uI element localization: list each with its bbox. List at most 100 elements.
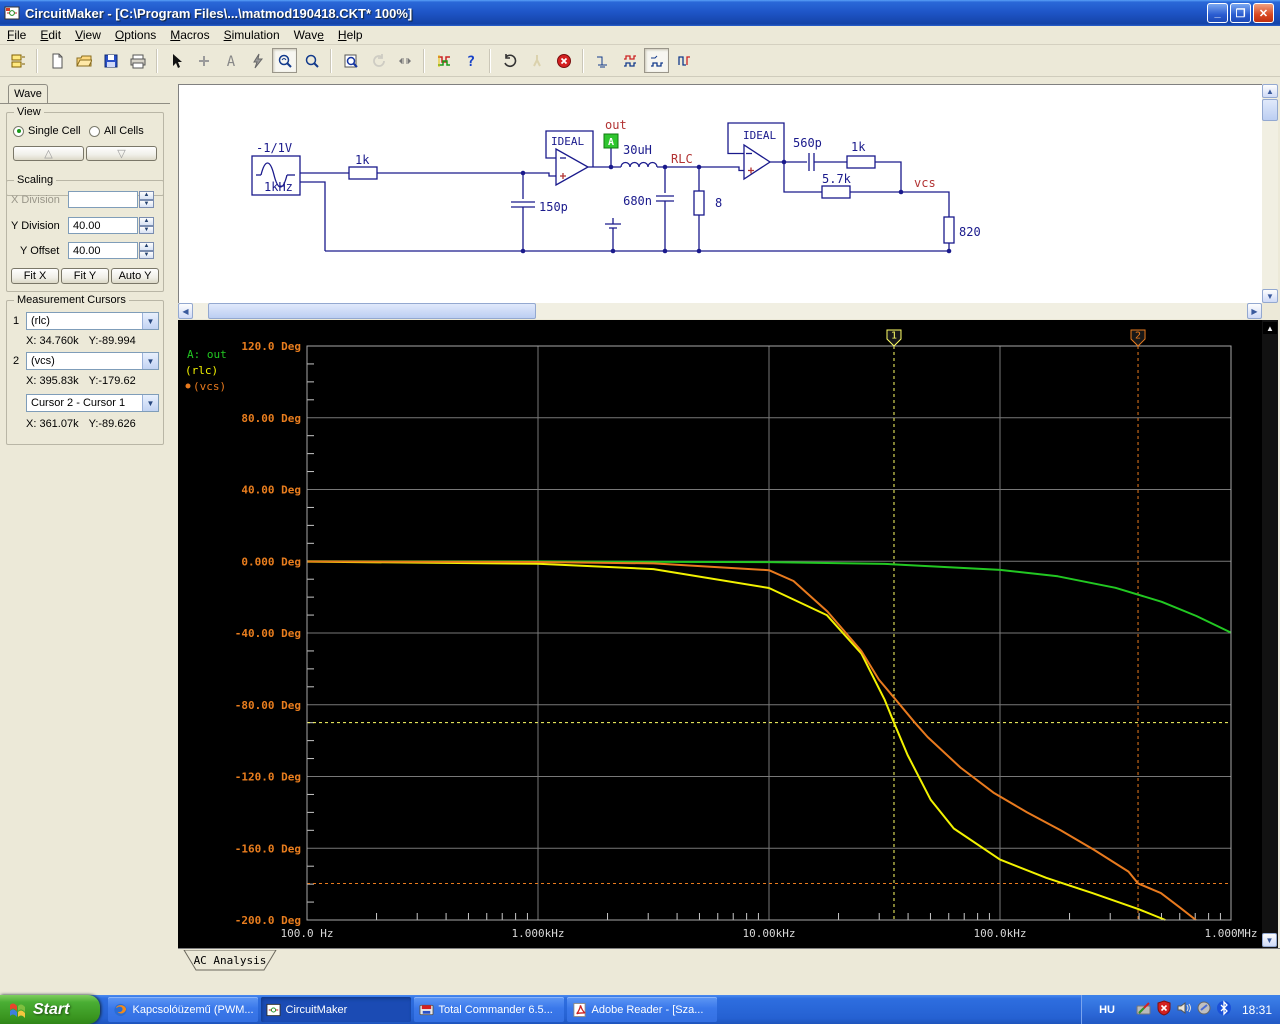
task-firefox[interactable]: Kapcsolóüzemű (PWM... <box>107 997 258 1022</box>
radio-single-cell[interactable]: Single Cell <box>13 125 81 137</box>
save-button[interactable] <box>98 48 123 73</box>
scroll-left-icon[interactable]: ◀ <box>178 303 193 319</box>
text-tool-button[interactable]: A <box>218 48 243 73</box>
scroll-down-icon[interactable]: ▼ <box>1262 933 1277 947</box>
new-file-button[interactable] <box>44 48 69 73</box>
menu-view[interactable]: View <box>68 26 108 44</box>
schematic-canvas[interactable]: A -1/1V 1kHz 1k 150p IDEAL 30uH 680n 8 I… <box>178 84 1262 303</box>
scope-step-button[interactable] <box>590 48 615 73</box>
cell-down-button[interactable]: ▽ <box>86 146 157 161</box>
language-indicator[interactable]: HU <box>1090 1001 1124 1019</box>
hscroll-thumb[interactable] <box>208 303 536 319</box>
scroll-right-icon[interactable]: ▶ <box>1247 303 1262 319</box>
restore-button[interactable]: ❐ <box>1230 3 1251 23</box>
task-adobe[interactable]: Adobe Reader - [Sza... <box>566 997 717 1022</box>
probe-tool-button[interactable] <box>272 48 297 73</box>
browse-parts-button[interactable] <box>5 48 30 73</box>
menu-file[interactable]: File <box>0 26 33 44</box>
trace-options-button[interactable] <box>431 48 456 73</box>
inductor-l1[interactable] <box>620 161 658 168</box>
y-offset-spinner[interactable]: ▲ ▼ <box>139 242 154 259</box>
radio-all-cells[interactable]: All Cells <box>89 125 144 137</box>
capacitor-c3[interactable] <box>808 153 815 171</box>
capacitor-c2[interactable] <box>656 195 674 202</box>
scope-split-button[interactable] <box>671 48 696 73</box>
zoom-tool-button[interactable] <box>299 48 324 73</box>
opamp-2[interactable] <box>743 143 772 181</box>
waveform-plot[interactable]: 1 2 120.0 Deg 80.00 Deg 40.00 Deg 0.000 Deg -4… <box>178 320 1262 948</box>
reset-simulation-button[interactable] <box>497 48 522 73</box>
bluetooth-icon[interactable] <box>1216 1000 1232 1019</box>
menu-macros[interactable]: Macros <box>163 26 216 44</box>
close-button[interactable]: ✕ <box>1253 3 1274 23</box>
scroll-down-icon[interactable]: ▼ <box>1262 289 1278 303</box>
capacitor-c1[interactable] <box>511 201 535 208</box>
help-button[interactable]: ? <box>458 48 483 73</box>
fit-x-button[interactable]: Fit X <box>11 268 59 284</box>
scope-probe-button[interactable] <box>644 48 669 73</box>
cursor-2-flag[interactable]: 2 <box>1130 329 1146 347</box>
chevron-down-icon[interactable]: ▼ <box>142 313 158 329</box>
rotate-button[interactable] <box>365 48 390 73</box>
open-file-button[interactable] <box>71 48 96 73</box>
probe-a[interactable]: A <box>603 133 619 149</box>
wire[interactable] <box>875 161 902 192</box>
clock[interactable]: 18:31 <box>1242 1003 1272 1017</box>
cursor-diff-combobox[interactable]: Cursor 2 - Cursor 1 ▼ <box>26 394 159 412</box>
ground-symbol[interactable] <box>605 218 621 251</box>
resistor-r3[interactable] <box>846 155 876 169</box>
task-totalcommander[interactable]: Total Commander 6.5... <box>413 997 564 1022</box>
chevron-down-icon[interactable]: ▼ <box>142 353 158 369</box>
schematic-hscrollbar[interactable]: ◀ ▶ <box>178 303 1262 319</box>
stop-simulation-button[interactable] <box>551 48 576 73</box>
zoom-window-button[interactable] <box>338 48 363 73</box>
tab-wave[interactable]: Wave <box>8 84 48 103</box>
y-division-input[interactable] <box>68 217 138 234</box>
menu-simulation[interactable]: Simulation <box>217 26 287 44</box>
menu-options[interactable]: Options <box>108 26 163 44</box>
cell-up-button[interactable]: △ <box>13 146 84 161</box>
title-bar[interactable]: CircuitMaker - [C:\Program Files\...\mat… <box>0 0 1280 26</box>
x-division-spinner[interactable]: ▲ ▼ <box>139 191 154 208</box>
probe-setup-button[interactable] <box>524 48 549 73</box>
device-icon[interactable] <box>1196 1000 1212 1019</box>
print-button[interactable] <box>125 48 150 73</box>
wire[interactable] <box>783 162 822 193</box>
x-division-input[interactable] <box>68 191 138 208</box>
y-division-spinner[interactable]: ▲ ▼ <box>139 217 154 234</box>
volume-icon[interactable] <box>1176 1000 1192 1019</box>
menu-help[interactable]: Help <box>331 26 370 44</box>
cursor2-signal-combobox[interactable]: (vcs) ▼ <box>26 352 159 370</box>
scroll-up-icon[interactable]: ▲ <box>1263 322 1277 334</box>
resistor-r1[interactable] <box>348 166 378 180</box>
cursor-1-flag[interactable]: 1 <box>886 329 902 347</box>
menu-edit[interactable]: Edit <box>33 26 68 44</box>
cursor1-signal-combobox[interactable]: (rlc) ▼ <box>26 312 159 330</box>
task-circuitmaker[interactable]: CircuitMaker <box>260 997 411 1022</box>
scope-multi-button[interactable] <box>617 48 642 73</box>
scroll-up-icon[interactable]: ▲ <box>1262 84 1278 98</box>
tablet-icon[interactable] <box>1136 1000 1152 1019</box>
delete-tool-button[interactable] <box>245 48 270 73</box>
chevron-down-icon[interactable]: ▼ <box>142 395 158 411</box>
minimize-button[interactable]: _ <box>1207 3 1228 23</box>
resistor-r2[interactable] <box>693 190 705 216</box>
wire[interactable] <box>377 172 556 177</box>
y-offset-input[interactable] <box>68 242 138 259</box>
auto-y-button[interactable]: Auto Y <box>111 268 159 284</box>
opamp-1[interactable] <box>555 147 590 187</box>
resistor-r4[interactable] <box>821 185 851 199</box>
wire[interactable] <box>850 191 950 251</box>
wire[interactable] <box>300 181 326 251</box>
vscroll-thumb[interactable] <box>1262 99 1278 121</box>
waveform-vscrollbar[interactable]: ▲ ▼ <box>1262 320 1278 948</box>
wire-tool-button[interactable] <box>191 48 216 73</box>
split-view-button[interactable] <box>392 48 417 73</box>
start-button[interactable]: Start <box>0 995 100 1024</box>
select-arrow-button[interactable] <box>164 48 189 73</box>
schematic-vscrollbar[interactable]: ▲ ▼ <box>1262 84 1278 303</box>
fit-y-button[interactable]: Fit Y <box>61 268 109 284</box>
resistor-r5[interactable] <box>943 216 955 244</box>
menu-wave[interactable]: Wave <box>287 26 331 44</box>
security-shield-icon[interactable] <box>1156 1000 1172 1019</box>
